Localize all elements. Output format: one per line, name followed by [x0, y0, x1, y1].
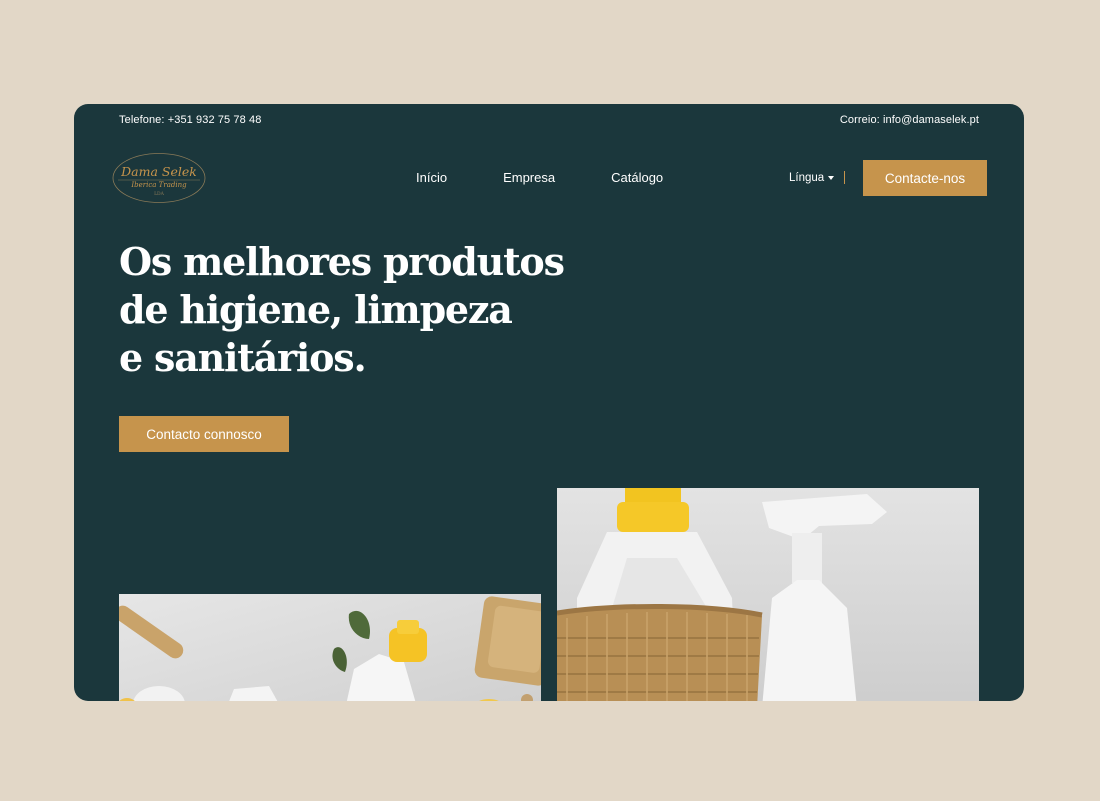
email-text[interactable]: Correio: info@damaselek.pt	[840, 114, 979, 126]
main-nav: Início Empresa Catálogo	[416, 170, 663, 185]
top-bar: Telefone: +351 932 75 78 48 Correio: inf…	[119, 114, 979, 126]
hero-title-line: e sanitários.	[119, 335, 367, 380]
site-frame: Telefone: +351 932 75 78 48 Correio: inf…	[74, 104, 1024, 701]
contact-button[interactable]: Contacte-nos	[863, 160, 987, 196]
logo-suffix: LDA	[154, 191, 165, 197]
language-label: Língua	[789, 171, 825, 184]
contact-us-button[interactable]: Contacto connosco	[119, 416, 289, 452]
nav-item-catalogo[interactable]: Catálogo	[611, 170, 663, 185]
phone-text[interactable]: Telefone: +351 932 75 78 48	[119, 114, 261, 126]
language-selector[interactable]: Língua	[789, 171, 846, 184]
hero-title-line: de higiene, limpeza	[119, 287, 513, 332]
divider	[844, 171, 846, 184]
logo-name: Dama Selek	[120, 164, 197, 179]
logo-subtitle: Iberica Trading	[130, 181, 187, 189]
hero-title: Os melhores produtos de higiene, limpeza…	[119, 238, 589, 382]
nav-item-inicio[interactable]: Início	[416, 170, 447, 185]
cleaning-products-image	[119, 594, 541, 701]
hero-title-line: Os melhores produtos	[119, 239, 565, 284]
basket-bottles-image	[557, 488, 979, 701]
logo[interactable]: Dama Selek Iberica Trading LDA	[112, 152, 206, 204]
chevron-down-icon	[828, 175, 835, 180]
nav-item-empresa[interactable]: Empresa	[503, 170, 555, 185]
